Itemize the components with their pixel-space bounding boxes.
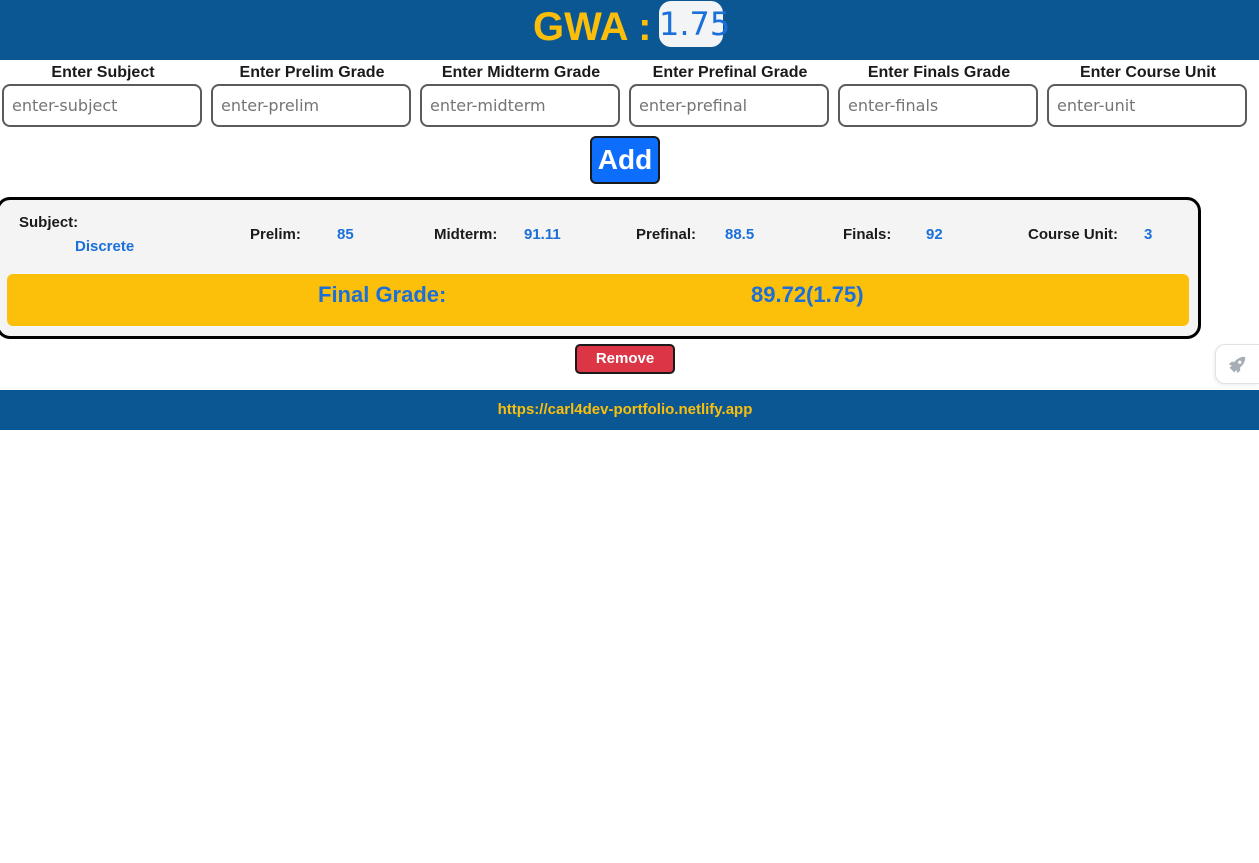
rocket-icon	[1228, 356, 1246, 374]
final-grade-label: Final Grade:	[318, 282, 447, 307]
prelim-value: 85	[337, 226, 354, 243]
final-grade-value: 89.72(1.75)	[751, 282, 864, 307]
subject-field-label: Enter Subject	[51, 64, 155, 81]
prefinal-label: Prefinal:	[636, 226, 697, 243]
finals-field-label: Enter Finals Grade	[867, 64, 1011, 81]
add-button[interactable]: Add	[590, 136, 660, 184]
midterm-value: 91.11	[524, 226, 561, 243]
finals-input[interactable]	[838, 84, 1038, 127]
midterm-label: Midterm:	[434, 226, 498, 243]
unit-field-label: Enter Course Unit	[1079, 64, 1216, 81]
final-grade-bar	[7, 274, 1189, 326]
finals-label: Finals:	[843, 226, 892, 243]
footer-bar: https://carl4dev-portfolio.netlify.app	[0, 390, 1259, 430]
prefinal-field-label: Enter Prefinal Grade	[652, 64, 808, 81]
prelim-input[interactable]	[211, 84, 411, 127]
header-bar: GWA : 1.75	[0, 0, 1259, 60]
course-unit-label: Course Unit:	[1028, 226, 1118, 243]
course-unit-value: 3	[1144, 226, 1153, 243]
subject-value: Discrete	[75, 238, 135, 255]
midterm-field-label: Enter Midterm Grade	[441, 64, 601, 81]
finals-value: 92	[926, 226, 943, 243]
side-widget-tab[interactable]	[1215, 344, 1259, 384]
remove-button[interactable]: Remove	[575, 344, 675, 374]
gwa-value-badge: 1.75	[659, 1, 730, 47]
portfolio-link[interactable]: https://carl4dev-portfolio.netlify.app	[0, 390, 1250, 430]
subject-label: Subject:	[19, 214, 79, 231]
subject-input[interactable]	[2, 84, 202, 127]
gwa-label: GWA :	[533, 5, 652, 49]
prelim-label: Prelim:	[250, 226, 301, 243]
prefinal-input[interactable]	[629, 84, 829, 127]
midterm-input[interactable]	[420, 84, 620, 127]
unit-input[interactable]	[1047, 84, 1247, 127]
prelim-field-label: Enter Prelim Grade	[239, 64, 385, 81]
prefinal-value: 88.5	[725, 226, 755, 243]
